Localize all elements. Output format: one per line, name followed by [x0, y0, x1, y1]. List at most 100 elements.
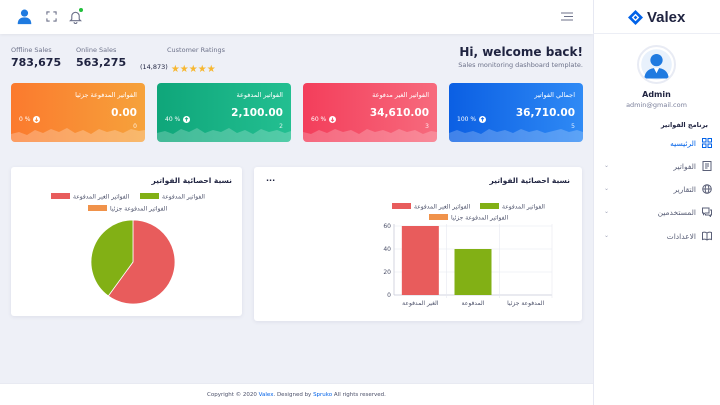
y-tick-label: 40 [383, 246, 391, 253]
sidebar-item-home[interactable]: الرئيسيه [600, 136, 712, 150]
copyright-text: Copyright © 2020 [207, 392, 257, 398]
star-icon: ★ [170, 64, 180, 75]
pie-chart: الفواتير الغير المدفوعة الفواتير المدفوعة… [51, 193, 205, 305]
divider [593, 33, 720, 34]
fullscreen-icon[interactable] [46, 11, 57, 22]
card-value: 0.00 [111, 107, 137, 119]
card-unpaid-invoices[interactable]: الفواتير الغير مدفوعة 34,610.00 3 60 % [303, 83, 437, 142]
x-tick-label: الغير المدفوعة [402, 300, 439, 307]
chevron-down-icon: ⌄ [604, 208, 610, 215]
star-icon: ★ [197, 64, 207, 75]
card-paid-invoices[interactable]: الفواتير المدفوعة 2,100.00 2 40 % [157, 83, 291, 142]
profile-avatar[interactable] [637, 45, 676, 84]
valex-logo-icon [628, 9, 643, 25]
pie-chart-panel: نسبة احصائية الفواتير الفواتير الغير الم… [11, 167, 242, 316]
legend-item[interactable]: الفواتير المدفوعة [480, 203, 545, 211]
legend-label: الفواتير المدفوعة [162, 194, 205, 201]
notification-dot [78, 7, 84, 13]
legend-swatch [480, 203, 499, 209]
grid-icon [702, 138, 712, 148]
globe-icon [702, 184, 712, 194]
legend-item[interactable]: الفواتير المدفوعة جزئيا [88, 205, 167, 213]
page-subtitle: Sales monitoring dashboard template. [458, 61, 583, 69]
notifications-button[interactable] [69, 7, 84, 24]
user-avatar-icon [641, 49, 672, 80]
x-tick-label: المدفوعة جزئيا [507, 300, 544, 307]
legend-swatch [429, 214, 448, 220]
top-header [0, 0, 593, 34]
sidebar-item-users[interactable]: ⌄ المستخدمين [600, 205, 712, 219]
customer-ratings: Customer Ratings (14,873) ★★★★★ [140, 46, 225, 76]
legend-label: الفواتير الغير المدفوعة [73, 194, 130, 201]
brand-name: Valex [647, 8, 686, 26]
sparkline [449, 129, 583, 142]
card-title: اجمالي الفواتير [534, 91, 575, 99]
admin-name: Admin [642, 90, 671, 99]
bar[interactable] [401, 226, 439, 295]
legend-label: الفواتير المدفوعة جزئيا [451, 215, 508, 222]
chevron-down-icon: ⌄ [604, 162, 610, 169]
ratings-count: (14,873) [140, 62, 168, 71]
chevron-down-icon: ⌄ [604, 232, 610, 239]
star-icon: ★ [206, 64, 216, 75]
user-avatar-icon[interactable] [16, 8, 33, 25]
legend-label: الفواتير المدفوعة جزئيا [110, 206, 167, 213]
legend-label: الفواتير الغير المدفوعة [414, 204, 471, 211]
legend-swatch [88, 205, 107, 211]
y-tick-label: 20 [383, 269, 391, 276]
stat-label: Offline Sales [11, 46, 52, 54]
footer-text: Copyright © 2020 Valex. Designed by Spru… [0, 392, 593, 398]
x-tick-label: المدفوعة [462, 300, 485, 307]
bar-chart: الفواتير الغير المدفوعة الفواتير المدفوعة… [383, 203, 553, 307]
legend-item[interactable]: الفواتير المدفوعة [140, 193, 205, 201]
sparkline [11, 128, 145, 142]
card-title: الفواتير الغير مدفوعة [372, 91, 429, 99]
sidebar-item-label: التقارير [673, 184, 696, 194]
stat-value: 783,675 [11, 56, 62, 69]
brand-link[interactable]: Valex [259, 392, 274, 398]
card-total-invoices[interactable]: اجمالي الفواتير 36,710.00 5 100 % [449, 83, 583, 142]
sidebar-item-label: الفواتير [673, 161, 696, 171]
online-sales-stat: Online Sales 563,275 [76, 46, 126, 69]
menu-toggle-icon[interactable] [561, 12, 573, 21]
bar[interactable] [454, 249, 492, 295]
chevron-down-icon: ⌄ [604, 185, 610, 192]
invoice-icon [702, 161, 712, 171]
card-value: 36,710.00 [515, 107, 575, 119]
legend-item[interactable]: الفواتير الغير المدفوعة [51, 193, 130, 201]
designer-link[interactable]: Spruko [313, 392, 332, 398]
card-value: 34,610.00 [369, 107, 429, 119]
star-icon: ★ [179, 64, 189, 75]
sidebar-section-title: برنامج الفواتير [660, 121, 708, 129]
y-tick-label: 0 [387, 292, 391, 299]
bar-chart-panel: نسبة احصائية الفواتير ... الفواتير الغير… [254, 167, 582, 321]
rating-stars: ★★★★★ [171, 57, 216, 76]
legend-label: الفواتير المدفوعة [502, 204, 545, 211]
admin-email: admin@gmail.com [626, 101, 687, 109]
legend-swatch [392, 203, 411, 209]
book-icon [702, 231, 712, 241]
legend-item[interactable]: الفواتير المدفوعة جزئيا [429, 214, 508, 222]
sidebar-item-invoices[interactable]: ⌄ الفواتير [600, 159, 712, 173]
sidebar-item-settings[interactable]: ⌄ الاعدادات [600, 229, 712, 243]
stat-value: 563,275 [76, 56, 127, 69]
legend-swatch [140, 193, 159, 199]
sparkline [157, 128, 291, 142]
card-value: 2,100.00 [231, 107, 283, 119]
sidebar-item-label: الاعدادات [666, 231, 696, 241]
rights-text: All rights reserved. [333, 392, 386, 398]
legend-item[interactable]: الفواتير الغير المدفوعة [392, 203, 471, 211]
sidebar-item-label: المستخدمين [657, 207, 696, 217]
legend-swatch [51, 193, 70, 199]
stat-label: Online Sales [76, 46, 117, 54]
card-title: الفواتير المدفوعة جزئيا [75, 91, 137, 99]
y-tick-label: 60 [383, 223, 391, 230]
brand-logo[interactable]: Valex [628, 8, 685, 26]
card-title: الفواتير المدفوعة [236, 91, 283, 99]
chat-icon [702, 207, 712, 217]
sidebar-item-reports[interactable]: ⌄ التقارير [600, 182, 712, 196]
card-partial-invoices[interactable]: الفواتير المدفوعة جزئيا 0.00 0 0 % [11, 83, 145, 142]
star-icon: ★ [188, 64, 198, 75]
page-title: Hi, welcome back! [459, 45, 583, 59]
sparkline [303, 129, 437, 142]
